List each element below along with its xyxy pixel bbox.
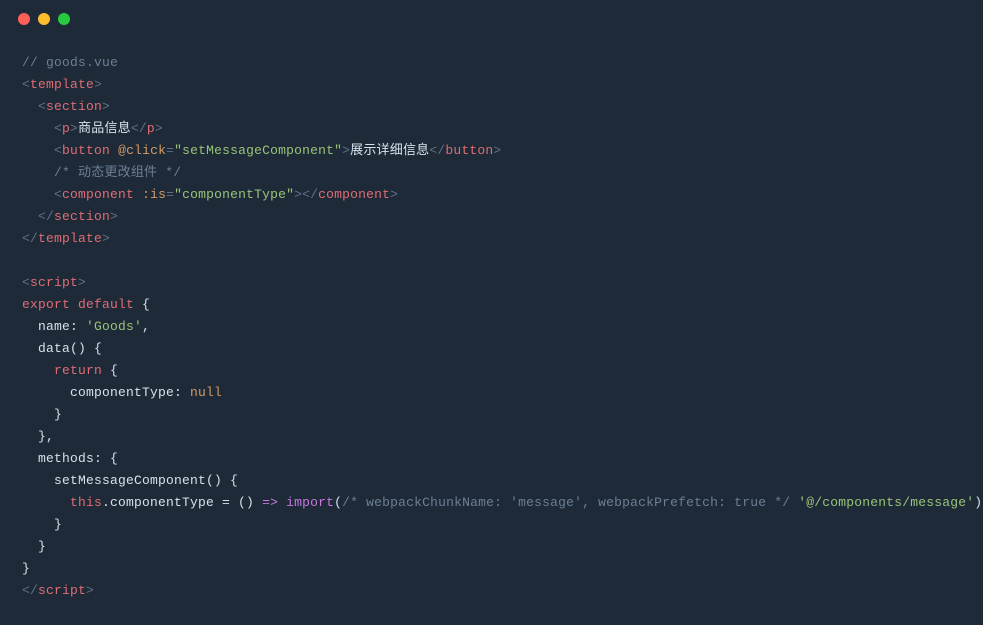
text: componentType: [22,385,182,400]
string: '@/components/message' [798,495,974,510]
text: 商品信息 [78,121,131,136]
tag: button [445,143,493,158]
comment: /* 动态更改组件 */ [54,165,181,180]
tag: section [54,209,110,224]
punct: = [166,187,174,202]
arrow: => [262,495,278,510]
string: "componentType" [174,187,294,202]
keyword: return [54,363,102,378]
tag: p [62,121,70,136]
punct: </ [131,121,147,136]
text: ( [334,495,342,510]
text: } [22,539,46,554]
punct: </ [22,583,38,598]
tag: p [147,121,155,136]
punct: < [54,143,62,158]
punct: > [342,143,350,158]
attr: @click [118,143,166,158]
text: } [22,517,62,532]
comment: /* webpackChunkName: 'message', webpackP… [342,495,790,510]
sp [70,297,78,312]
punct: < [38,99,46,114]
text: } [22,561,30,576]
text: name: [22,319,78,334]
punct: > [102,231,110,246]
text: methods: { [22,451,118,466]
keyword: this [70,495,102,510]
sp [110,143,118,158]
text: { [134,297,150,312]
text: } [22,407,62,422]
keyword: default [78,297,134,312]
punct: > [78,275,86,290]
tag: template [38,231,102,246]
tag: section [46,99,102,114]
punct: > [493,143,501,158]
ind [22,495,70,510]
text: data() { [22,341,102,356]
punct: = [166,143,174,158]
tag: script [38,583,86,598]
text: { [102,363,118,378]
tag: component [318,187,390,202]
keyword: import [286,495,334,510]
string: 'Goods' [86,319,142,334]
text: setMessageComponent() { [22,473,238,488]
text: ) [974,495,982,510]
string: "setMessageComponent" [174,143,342,158]
punct: < [54,187,62,202]
close-icon[interactable] [18,13,30,25]
punct: </ [22,231,38,246]
comment: // goods.vue [22,55,118,70]
tag: component [62,187,134,202]
zoom-icon[interactable] [58,13,70,25]
punct: </ [429,143,445,158]
sp [134,187,142,202]
text: 展示详细信息 [350,143,429,158]
sp [182,385,190,400]
null: null [190,385,222,400]
punct: </ [302,187,318,202]
tag: button [62,143,110,158]
text: , [142,319,150,334]
text: .componentType = () [102,495,262,510]
minimize-icon[interactable] [38,13,50,25]
punct: > [294,187,302,202]
attr: :is [142,187,166,202]
sp [278,495,286,510]
keyword: export [22,297,70,312]
ind [22,363,54,378]
punct: > [94,77,102,92]
punct: > [86,583,94,598]
punct: > [110,209,118,224]
text: }, [22,429,54,444]
punct: < [54,121,62,136]
punct: > [70,121,78,136]
punct: > [390,187,398,202]
punct: < [22,275,30,290]
sp [78,319,86,334]
titlebar [0,0,983,38]
tag: script [30,275,78,290]
punct: > [155,121,163,136]
code-editor[interactable]: // goods.vue <template> <section> <p>商品信… [0,38,983,616]
tag: template [30,77,94,92]
punct: > [102,99,110,114]
punct: </ [38,209,54,224]
punct: < [22,77,30,92]
code-window: // goods.vue <template> <section> <p>商品信… [0,0,983,625]
